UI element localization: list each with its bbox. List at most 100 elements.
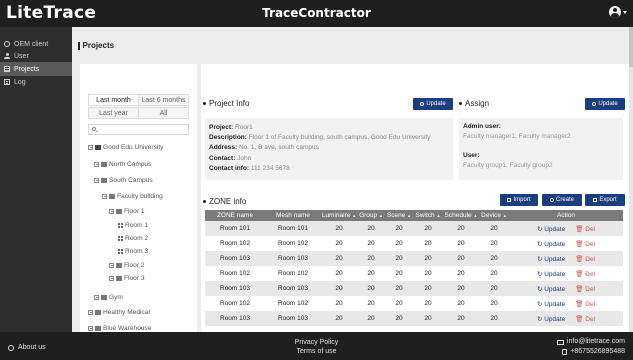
table-cell: 20: [413, 236, 443, 251]
sidebar-item-oem-client[interactable]: OEM client: [0, 38, 72, 50]
tree-node-label: Gym: [109, 293, 123, 301]
bullet-icon: [459, 102, 462, 105]
assign-update-button[interactable]: Update: [585, 98, 625, 110]
tree-node-south-campus[interactable]: South Campus: [94, 175, 153, 185]
contact-email[interactable]: info@litetrace.com: [567, 337, 625, 347]
expand-icon[interactable]: [88, 309, 93, 315]
collapse-icon[interactable]: [94, 177, 99, 183]
col-switch[interactable]: Switch ▲: [413, 210, 443, 221]
sort-icon[interactable]: ▲: [379, 213, 383, 218]
filter-last-year[interactable]: Last year: [89, 108, 138, 118]
filter-last-6-months[interactable]: Last 6 months: [138, 95, 188, 105]
log-icon: [4, 79, 10, 85]
expand-icon[interactable]: [109, 262, 114, 268]
project-info-update-button[interactable]: Update: [413, 98, 453, 110]
tree-node-gym[interactable]: Gym: [94, 292, 123, 302]
action-cell: ↻ Update 🗑 Del: [509, 296, 623, 311]
contact-row: Contact: John: [209, 154, 252, 162]
collapse-icon[interactable]: [102, 193, 107, 199]
sort-icon[interactable]: ▲: [407, 213, 411, 218]
sort-icon[interactable]: ▲: [352, 213, 356, 218]
import-button[interactable]: Import: [500, 194, 538, 206]
table-row: Room 101 Room 101 20 20 20 20 20 20 ↻ Update 🗑 De…: [205, 221, 623, 236]
row-update-button[interactable]: ↻ Update: [537, 225, 565, 233]
row-delete-button[interactable]: 🗑 Del: [575, 255, 595, 263]
tree-node-room-1[interactable]: Room 1: [118, 220, 148, 230]
create-button[interactable]: Create: [542, 194, 582, 206]
row-delete-button[interactable]: 🗑 Del: [575, 315, 595, 323]
user-menu[interactable]: [609, 6, 627, 18]
main-scrollbar[interactable]: [629, 27, 633, 332]
filter-last-month[interactable]: Last month: [89, 95, 138, 105]
row-delete-button[interactable]: 🗑 Del: [575, 285, 595, 293]
sort-icon[interactable]: ▲: [473, 213, 477, 218]
collapse-icon[interactable]: [94, 161, 99, 167]
sidebar-item-user[interactable]: User: [0, 50, 72, 62]
button-label: Del: [585, 315, 596, 323]
privacy-policy-link[interactable]: Privacy Policy: [0, 338, 633, 347]
col-group[interactable]: Group ▲: [357, 210, 385, 221]
row-update-button[interactable]: ↻ Update: [537, 315, 565, 323]
col-mesh-name[interactable]: Mesh name: [265, 210, 321, 221]
tree-node-faculty-building[interactable]: Faculty building: [102, 191, 163, 201]
tree-node-room-2[interactable]: Room 2: [118, 233, 148, 243]
table-cell: Room 103: [205, 251, 265, 266]
chevron-down-icon[interactable]: [623, 10, 627, 14]
column-label: Switch: [415, 212, 435, 219]
tree-node-floor-2[interactable]: Floor 2: [109, 260, 145, 270]
tree-node-north-campus[interactable]: North Campus: [94, 159, 152, 169]
row-update-button[interactable]: ↻ Update: [537, 285, 565, 293]
expand-icon[interactable]: [109, 275, 114, 281]
refresh-icon: [592, 102, 597, 106]
row-delete-button[interactable]: 🗑 Del: [575, 270, 595, 278]
page-title-text: Projects: [82, 41, 115, 50]
row-update-button[interactable]: ↻ Update: [537, 300, 565, 308]
row-update-button[interactable]: ↻ Update: [537, 255, 565, 263]
table-cell: 20: [385, 296, 413, 311]
col-zone-name[interactable]: ZONE name: [205, 210, 265, 221]
table-cell: 20: [479, 221, 509, 236]
tree-search-input[interactable]: [88, 124, 189, 135]
row-delete-button[interactable]: 🗑 Del: [575, 240, 595, 248]
sidebar-item-log[interactable]: Log: [0, 76, 72, 88]
col-scene[interactable]: Scene ▲: [385, 210, 413, 221]
row-delete-button[interactable]: 🗑 Del: [575, 300, 595, 308]
row-update-button[interactable]: ↻ Update: [537, 240, 565, 248]
table-cell: 20: [413, 221, 443, 236]
search-icon: [92, 127, 96, 131]
phone-icon: [562, 349, 568, 355]
collapse-icon[interactable]: [109, 208, 114, 214]
description-value: Floor 1 of Faculty building, south campu…: [248, 134, 431, 142]
main-content: Projects Last month Last 6 months Last y…: [72, 27, 633, 332]
export-button[interactable]: Export: [585, 194, 625, 206]
button-label: Import: [513, 197, 531, 203]
expand-icon[interactable]: [94, 294, 99, 300]
col-device[interactable]: Device ▲: [479, 210, 509, 221]
expand-icon[interactable]: [88, 325, 93, 331]
row-delete-button[interactable]: 🗑 Del: [575, 225, 595, 233]
tree-node-good-edu[interactable]: Good Edu University: [88, 142, 163, 152]
tree-node-floor-3[interactable]: Floor 3: [109, 273, 145, 283]
row-update-button[interactable]: ↻ Update: [537, 270, 565, 278]
tree-node-healthy-medical[interactable]: Healthy Medical: [88, 307, 150, 317]
zone-grid-icon: [118, 222, 123, 228]
folder-icon: [116, 208, 122, 214]
scrollbar-thumb[interactable]: [629, 27, 633, 67]
table-cell: 20: [321, 296, 357, 311]
bullet-icon: [203, 102, 206, 105]
collapse-icon[interactable]: [88, 144, 93, 150]
sort-icon[interactable]: ▲: [437, 213, 441, 218]
col-schedule[interactable]: Schedule ▲: [443, 210, 479, 221]
user-avatar-icon[interactable]: [609, 6, 621, 18]
table-cell: 20: [413, 266, 443, 281]
sidebar-item-projects[interactable]: Projects: [0, 62, 72, 76]
user-value: Faculty group1, Faculty group2: [463, 162, 553, 169]
tree-node-room-3[interactable]: Room 3: [118, 246, 148, 256]
terms-of-use-link[interactable]: Terms of use: [0, 347, 633, 356]
filter-all[interactable]: All: [138, 108, 188, 118]
project-tree-panel: Last month Last 6 months Last year All G…: [80, 64, 197, 332]
tree-node-floor-1[interactable]: Floor 1: [109, 206, 145, 216]
col-luminaire[interactable]: Luminaire ▲: [321, 210, 357, 221]
sort-icon[interactable]: ▲: [503, 213, 507, 218]
table-cell: 20: [479, 281, 509, 296]
